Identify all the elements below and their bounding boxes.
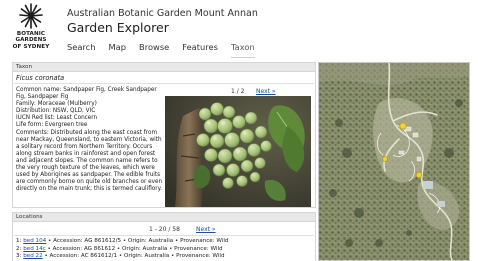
location-details: • Accession: AG 861612/5 • Origin: Austr… [48,238,229,244]
bed-link[interactable]: bed 22 [23,253,42,259]
logo-line: OF SYDNEY [12,43,50,50]
location-row: 3: bed 22 • Accession: AC 861612/1 • Ori… [16,253,228,261]
taxon-family: Family: Moraceae (Mulberry) [16,101,97,108]
taxon-life-form: Life form: Evergreen tree [16,122,88,129]
location-details: • Accession: AG 861612 • Origin: Austral… [47,245,223,252]
location-row: 2: bed 14c • Accession: AG 861612 • Orig… [16,246,228,254]
taxon-name: Ficus coronata [16,74,65,82]
nav-features[interactable]: Features [182,42,218,58]
site-subtitle: Garden Explorer [67,20,169,35]
photo-next-link[interactable]: Next » [256,88,276,95]
logo-line: GARDENS [15,37,47,44]
site-header: BOTANIC GARDENS OF SYDNEY Australian Bot… [0,0,478,58]
taxon-panel: Taxon Ficus coronata Common name: Sandpa… [12,62,316,208]
logo-wordmark: BOTANIC GARDENS OF SYDNEY [11,31,51,50]
nav-browse[interactable]: Browse [139,42,169,58]
taxon-common-name: Common name: Sandpaper Fig, Creek Sandpa… [16,87,157,101]
bed-link[interactable]: bed 104 [23,238,46,244]
waratah-logo-icon [19,3,43,29]
bed-link[interactable]: bed 14c [23,246,46,252]
main-nav: Search Map Browse Features Taxon [67,42,268,58]
taxon-distribution: Distribution: NSW, QLD, VIC [16,108,96,115]
taxon-details: Common name: Sandpaper Fig, Creek Sandpa… [16,87,166,193]
nav-map[interactable]: Map [109,42,127,58]
locations-pager: 1 - 20 / 58 [149,226,180,233]
nav-taxon[interactable]: Taxon [230,42,255,58]
nav-search[interactable]: Search [67,42,96,58]
locations-panel-header: Locations [13,213,315,222]
location-index: 2: [16,245,22,252]
site-title: Australian Botanic Garden Mount Annan [67,8,258,19]
photo-pager: 1 / 2 [231,88,245,95]
botanic-gardens-logo[interactable]: BOTANIC GARDENS OF SYDNEY [11,3,51,57]
taxon-photo[interactable] [165,96,311,207]
divider [14,235,314,236]
location-index: 1: [16,238,22,244]
locations-list: 1: bed 104 • Accession: AG 861612/5 • Or… [16,238,228,261]
satellite-map[interactable] [318,62,470,261]
divider [14,83,314,84]
taxon-comments: Comments: Distributed along the east coa… [16,129,163,193]
taxon-iucn-status: IUCN Red list: Least Concern [16,115,98,122]
location-row: 1: bed 104 • Accession: AG 861612/5 • Or… [16,238,228,246]
taxon-panel-header: Taxon [13,63,315,72]
location-details: • Accession: AC 861612/1 • Origin: Austr… [44,253,225,260]
locations-next-link[interactable]: Next » [196,226,216,233]
location-index: 3: [16,253,22,260]
locations-panel: Locations 1 - 20 / 58 Next » 1: bed 104 … [12,212,316,261]
